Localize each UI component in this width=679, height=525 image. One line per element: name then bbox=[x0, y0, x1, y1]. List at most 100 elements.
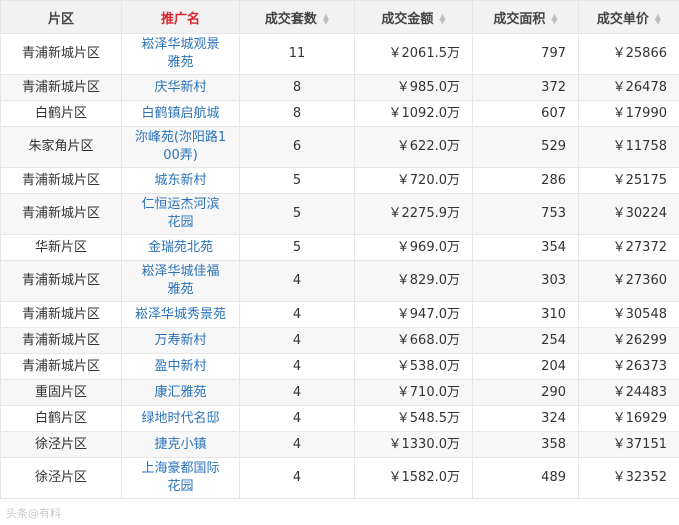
promo-name-link[interactable]: 庆华新村 bbox=[121, 74, 240, 101]
units-cell: 4 bbox=[239, 301, 355, 328]
units-cell: 11 bbox=[239, 33, 355, 75]
watermark: 头条@有料 bbox=[6, 507, 61, 520]
header-units[interactable]: 成交套数 ▲ ▼ bbox=[239, 0, 355, 34]
header-amount[interactable]: 成交金额 ▲ ▼ bbox=[354, 0, 473, 34]
unit-price-cell: ￥25866 bbox=[578, 33, 679, 75]
amount-cell: ￥829.0万 bbox=[354, 260, 473, 302]
promo-name-link[interactable]: 仁恒运杰河滨 花园 bbox=[121, 193, 240, 235]
promo-name-link[interactable]: 崧泽华城佳福 雅苑 bbox=[121, 260, 240, 302]
sort-icon[interactable]: ▲ ▼ bbox=[655, 13, 661, 26]
promo-name-link[interactable]: 白鹤镇启航城 bbox=[121, 100, 240, 127]
unit-price-cell: ￥11758 bbox=[578, 126, 679, 168]
unit-price-cell: ￥26299 bbox=[578, 327, 679, 354]
table-row: 白鹤片区 绿地时代名邸 4 ￥548.5万 324 ￥16929 bbox=[0, 405, 679, 432]
promo-name-link[interactable]: 绿地时代名邸 bbox=[121, 405, 240, 432]
units-cell: 4 bbox=[239, 431, 355, 458]
area-cell: 310 bbox=[472, 301, 579, 328]
area-cell: 607 bbox=[472, 100, 579, 127]
amount-cell: ￥969.0万 bbox=[354, 234, 473, 261]
district-cell: 青浦新城片区 bbox=[0, 327, 122, 354]
units-cell: 4 bbox=[239, 327, 355, 354]
district-cell: 徐泾片区 bbox=[0, 431, 122, 458]
promo-name-link[interactable]: 城东新村 bbox=[121, 167, 240, 194]
promo-name-link[interactable]: 沵峰苑(沵阳路1 00弄) bbox=[121, 126, 240, 168]
header-district: 片区 bbox=[0, 0, 122, 34]
amount-cell: ￥538.0万 bbox=[354, 353, 473, 380]
district-cell: 青浦新城片区 bbox=[0, 74, 122, 101]
amount-cell: ￥668.0万 bbox=[354, 327, 473, 354]
units-cell: 8 bbox=[239, 74, 355, 101]
unit-price-cell: ￥32352 bbox=[578, 457, 679, 499]
promo-name-link[interactable]: 康汇雅苑 bbox=[121, 379, 240, 406]
sort-icon[interactable]: ▲ ▼ bbox=[439, 13, 445, 26]
units-cell: 5 bbox=[239, 234, 355, 261]
table-header-row: 片区 推广名 成交套数 ▲ ▼ 成交金额 ▲ ▼ 成交面积 ▲ ▼ 成交单价 ▲ ▼ bbox=[0, 0, 679, 34]
units-cell: 8 bbox=[239, 100, 355, 127]
sort-icon[interactable]: ▲ ▼ bbox=[551, 13, 557, 26]
amount-cell: ￥1092.0万 bbox=[354, 100, 473, 127]
district-cell: 青浦新城片区 bbox=[0, 353, 122, 380]
area-cell: 204 bbox=[472, 353, 579, 380]
unit-price-cell: ￥30224 bbox=[578, 193, 679, 235]
unit-price-cell: ￥26478 bbox=[578, 74, 679, 101]
unit-price-cell: ￥27360 bbox=[578, 260, 679, 302]
amount-cell: ￥710.0万 bbox=[354, 379, 473, 406]
district-cell: 白鹤片区 bbox=[0, 405, 122, 432]
units-cell: 4 bbox=[239, 260, 355, 302]
area-cell: 529 bbox=[472, 126, 579, 168]
amount-cell: ￥720.0万 bbox=[354, 167, 473, 194]
unit-price-cell: ￥37151 bbox=[578, 431, 679, 458]
district-cell: 青浦新城片区 bbox=[0, 167, 122, 194]
header-unit-price[interactable]: 成交单价 ▲ ▼ bbox=[578, 0, 679, 34]
amount-cell: ￥985.0万 bbox=[354, 74, 473, 101]
unit-price-cell: ￥30548 bbox=[578, 301, 679, 328]
promo-name-link[interactable]: 崧泽华城观景 雅苑 bbox=[121, 33, 240, 75]
district-cell: 青浦新城片区 bbox=[0, 193, 122, 235]
amount-cell: ￥1582.0万 bbox=[354, 457, 473, 499]
area-cell: 303 bbox=[472, 260, 579, 302]
promo-name-link[interactable]: 金瑞苑北苑 bbox=[121, 234, 240, 261]
promo-name-link[interactable]: 盈中新村 bbox=[121, 353, 240, 380]
units-cell: 5 bbox=[239, 167, 355, 194]
promo-name-link[interactable]: 崧泽华城秀景苑 bbox=[121, 301, 240, 328]
header-area[interactable]: 成交面积 ▲ ▼ bbox=[472, 0, 579, 34]
district-cell: 徐泾片区 bbox=[0, 457, 122, 499]
district-cell: 朱家角片区 bbox=[0, 126, 122, 168]
amount-cell: ￥947.0万 bbox=[354, 301, 473, 328]
units-cell: 6 bbox=[239, 126, 355, 168]
units-cell: 4 bbox=[239, 405, 355, 432]
units-cell: 4 bbox=[239, 353, 355, 380]
units-cell: 4 bbox=[239, 457, 355, 499]
district-cell: 青浦新城片区 bbox=[0, 260, 122, 302]
unit-price-cell: ￥16929 bbox=[578, 405, 679, 432]
table-row: 青浦新城片区 庆华新村 8 ￥985.0万 372 ￥26478 bbox=[0, 74, 679, 101]
district-cell: 华新片区 bbox=[0, 234, 122, 261]
unit-price-cell: ￥17990 bbox=[578, 100, 679, 127]
header-promo-name[interactable]: 推广名 bbox=[121, 0, 240, 34]
table-row: 青浦新城片区 万寿新村 4 ￥668.0万 254 ￥26299 bbox=[0, 327, 679, 354]
table-row: 青浦新城片区 崧泽华城秀景苑 4 ￥947.0万 310 ￥30548 bbox=[0, 301, 679, 328]
table-row: 青浦新城片区 城东新村 5 ￥720.0万 286 ￥25175 bbox=[0, 167, 679, 194]
area-cell: 372 bbox=[472, 74, 579, 101]
area-cell: 358 bbox=[472, 431, 579, 458]
units-cell: 5 bbox=[239, 193, 355, 235]
amount-cell: ￥1330.0万 bbox=[354, 431, 473, 458]
area-cell: 286 bbox=[472, 167, 579, 194]
promo-name-link[interactable]: 上海豪都国际 花园 bbox=[121, 457, 240, 499]
sort-icon[interactable]: ▲ ▼ bbox=[323, 13, 329, 26]
table-row: 徐泾片区 上海豪都国际 花园 4 ￥1582.0万 489 ￥32352 bbox=[0, 457, 679, 499]
area-cell: 324 bbox=[472, 405, 579, 432]
table-row: 徐泾片区 捷克小镇 4 ￥1330.0万 358 ￥37151 bbox=[0, 431, 679, 458]
area-cell: 290 bbox=[472, 379, 579, 406]
table-row: 重固片区 康汇雅苑 4 ￥710.0万 290 ￥24483 bbox=[0, 379, 679, 406]
area-cell: 753 bbox=[472, 193, 579, 235]
area-cell: 254 bbox=[472, 327, 579, 354]
promo-name-link[interactable]: 捷克小镇 bbox=[121, 431, 240, 458]
table-row: 青浦新城片区 崧泽华城观景 雅苑 11 ￥2061.5万 797 ￥25866 bbox=[0, 33, 679, 75]
table-row: 白鹤片区 白鹤镇启航城 8 ￥1092.0万 607 ￥17990 bbox=[0, 100, 679, 127]
promo-name-link[interactable]: 万寿新村 bbox=[121, 327, 240, 354]
amount-cell: ￥548.5万 bbox=[354, 405, 473, 432]
table-row: 青浦新城片区 仁恒运杰河滨 花园 5 ￥2275.9万 753 ￥30224 bbox=[0, 193, 679, 235]
area-cell: 354 bbox=[472, 234, 579, 261]
district-cell: 青浦新城片区 bbox=[0, 33, 122, 75]
